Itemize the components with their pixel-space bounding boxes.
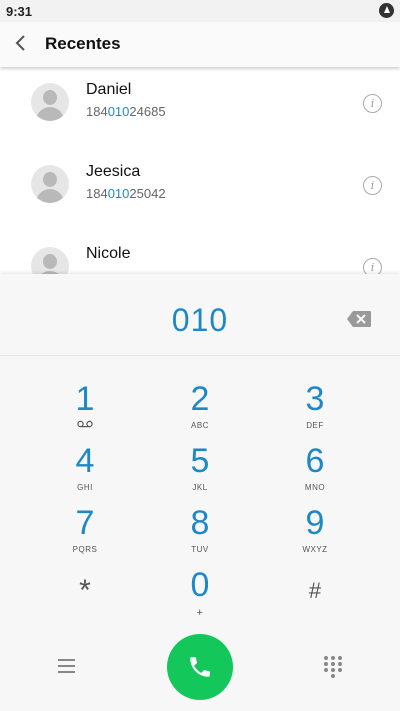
backspace-icon <box>347 311 371 327</box>
contact-row[interactable]: Daniel 18401024685 i <box>0 67 400 149</box>
key-4[interactable]: 4 GHI <box>40 442 130 500</box>
contact-results[interactable]: Daniel 18401024685 i Jeesica 18401025042… <box>0 67 400 274</box>
info-icon[interactable]: i <box>363 176 382 195</box>
key-hash[interactable]: # <box>270 566 360 624</box>
avatar-icon <box>31 83 69 121</box>
contact-number: 18401024685 <box>86 104 166 119</box>
divider <box>0 355 400 356</box>
contact-name: Nicole <box>86 245 131 262</box>
info-icon[interactable]: i <box>363 258 382 274</box>
contact-name: Daniel <box>86 81 132 98</box>
avatar-icon <box>31 247 69 274</box>
call-button[interactable] <box>167 634 233 700</box>
avatar-icon <box>31 165 69 203</box>
key-2[interactable]: 2 ABC <box>155 380 245 438</box>
back-button[interactable] <box>8 28 38 58</box>
phone-icon <box>190 657 210 677</box>
dialer-panel: 010 1 2 ABC 3 DEF 4 GHI 5 JKL 6 MNO 7 PQ… <box>0 274 400 711</box>
backspace-button[interactable] <box>346 310 374 330</box>
info-icon[interactable]: i <box>363 94 382 113</box>
contact-number: 18401025042 <box>86 186 166 201</box>
key-star[interactable]: * <box>40 566 130 624</box>
page-title: Recentes <box>45 34 121 53</box>
key-8[interactable]: 8 TUV <box>155 504 245 562</box>
status-bar: 9:31 <box>0 0 400 22</box>
key-9[interactable]: 9 WXYZ <box>270 504 360 562</box>
dialpad-icon[interactable] <box>324 656 344 678</box>
key-0[interactable]: 0 + <box>155 566 245 624</box>
key-6[interactable]: 6 MNO <box>270 442 360 500</box>
dialed-number[interactable]: 010 <box>100 302 300 339</box>
key-1[interactable]: 1 <box>40 380 130 438</box>
power-icon <box>379 3 394 18</box>
voicemail-icon <box>77 420 93 428</box>
key-7[interactable]: 7 PQRS <box>40 504 130 562</box>
contact-name: Jeesica <box>86 163 141 180</box>
menu-icon[interactable] <box>56 657 78 675</box>
back-arrow-icon <box>15 35 25 51</box>
key-5[interactable]: 5 JKL <box>155 442 245 500</box>
contact-row[interactable]: Jeesica 18401025042 i <box>0 149 400 231</box>
status-time: 9:31 <box>6 4 33 19</box>
contact-row[interactable]: Nicole i <box>0 231 400 274</box>
key-3[interactable]: 3 DEF <box>270 380 360 438</box>
app-bar: Recentes <box>0 22 400 67</box>
